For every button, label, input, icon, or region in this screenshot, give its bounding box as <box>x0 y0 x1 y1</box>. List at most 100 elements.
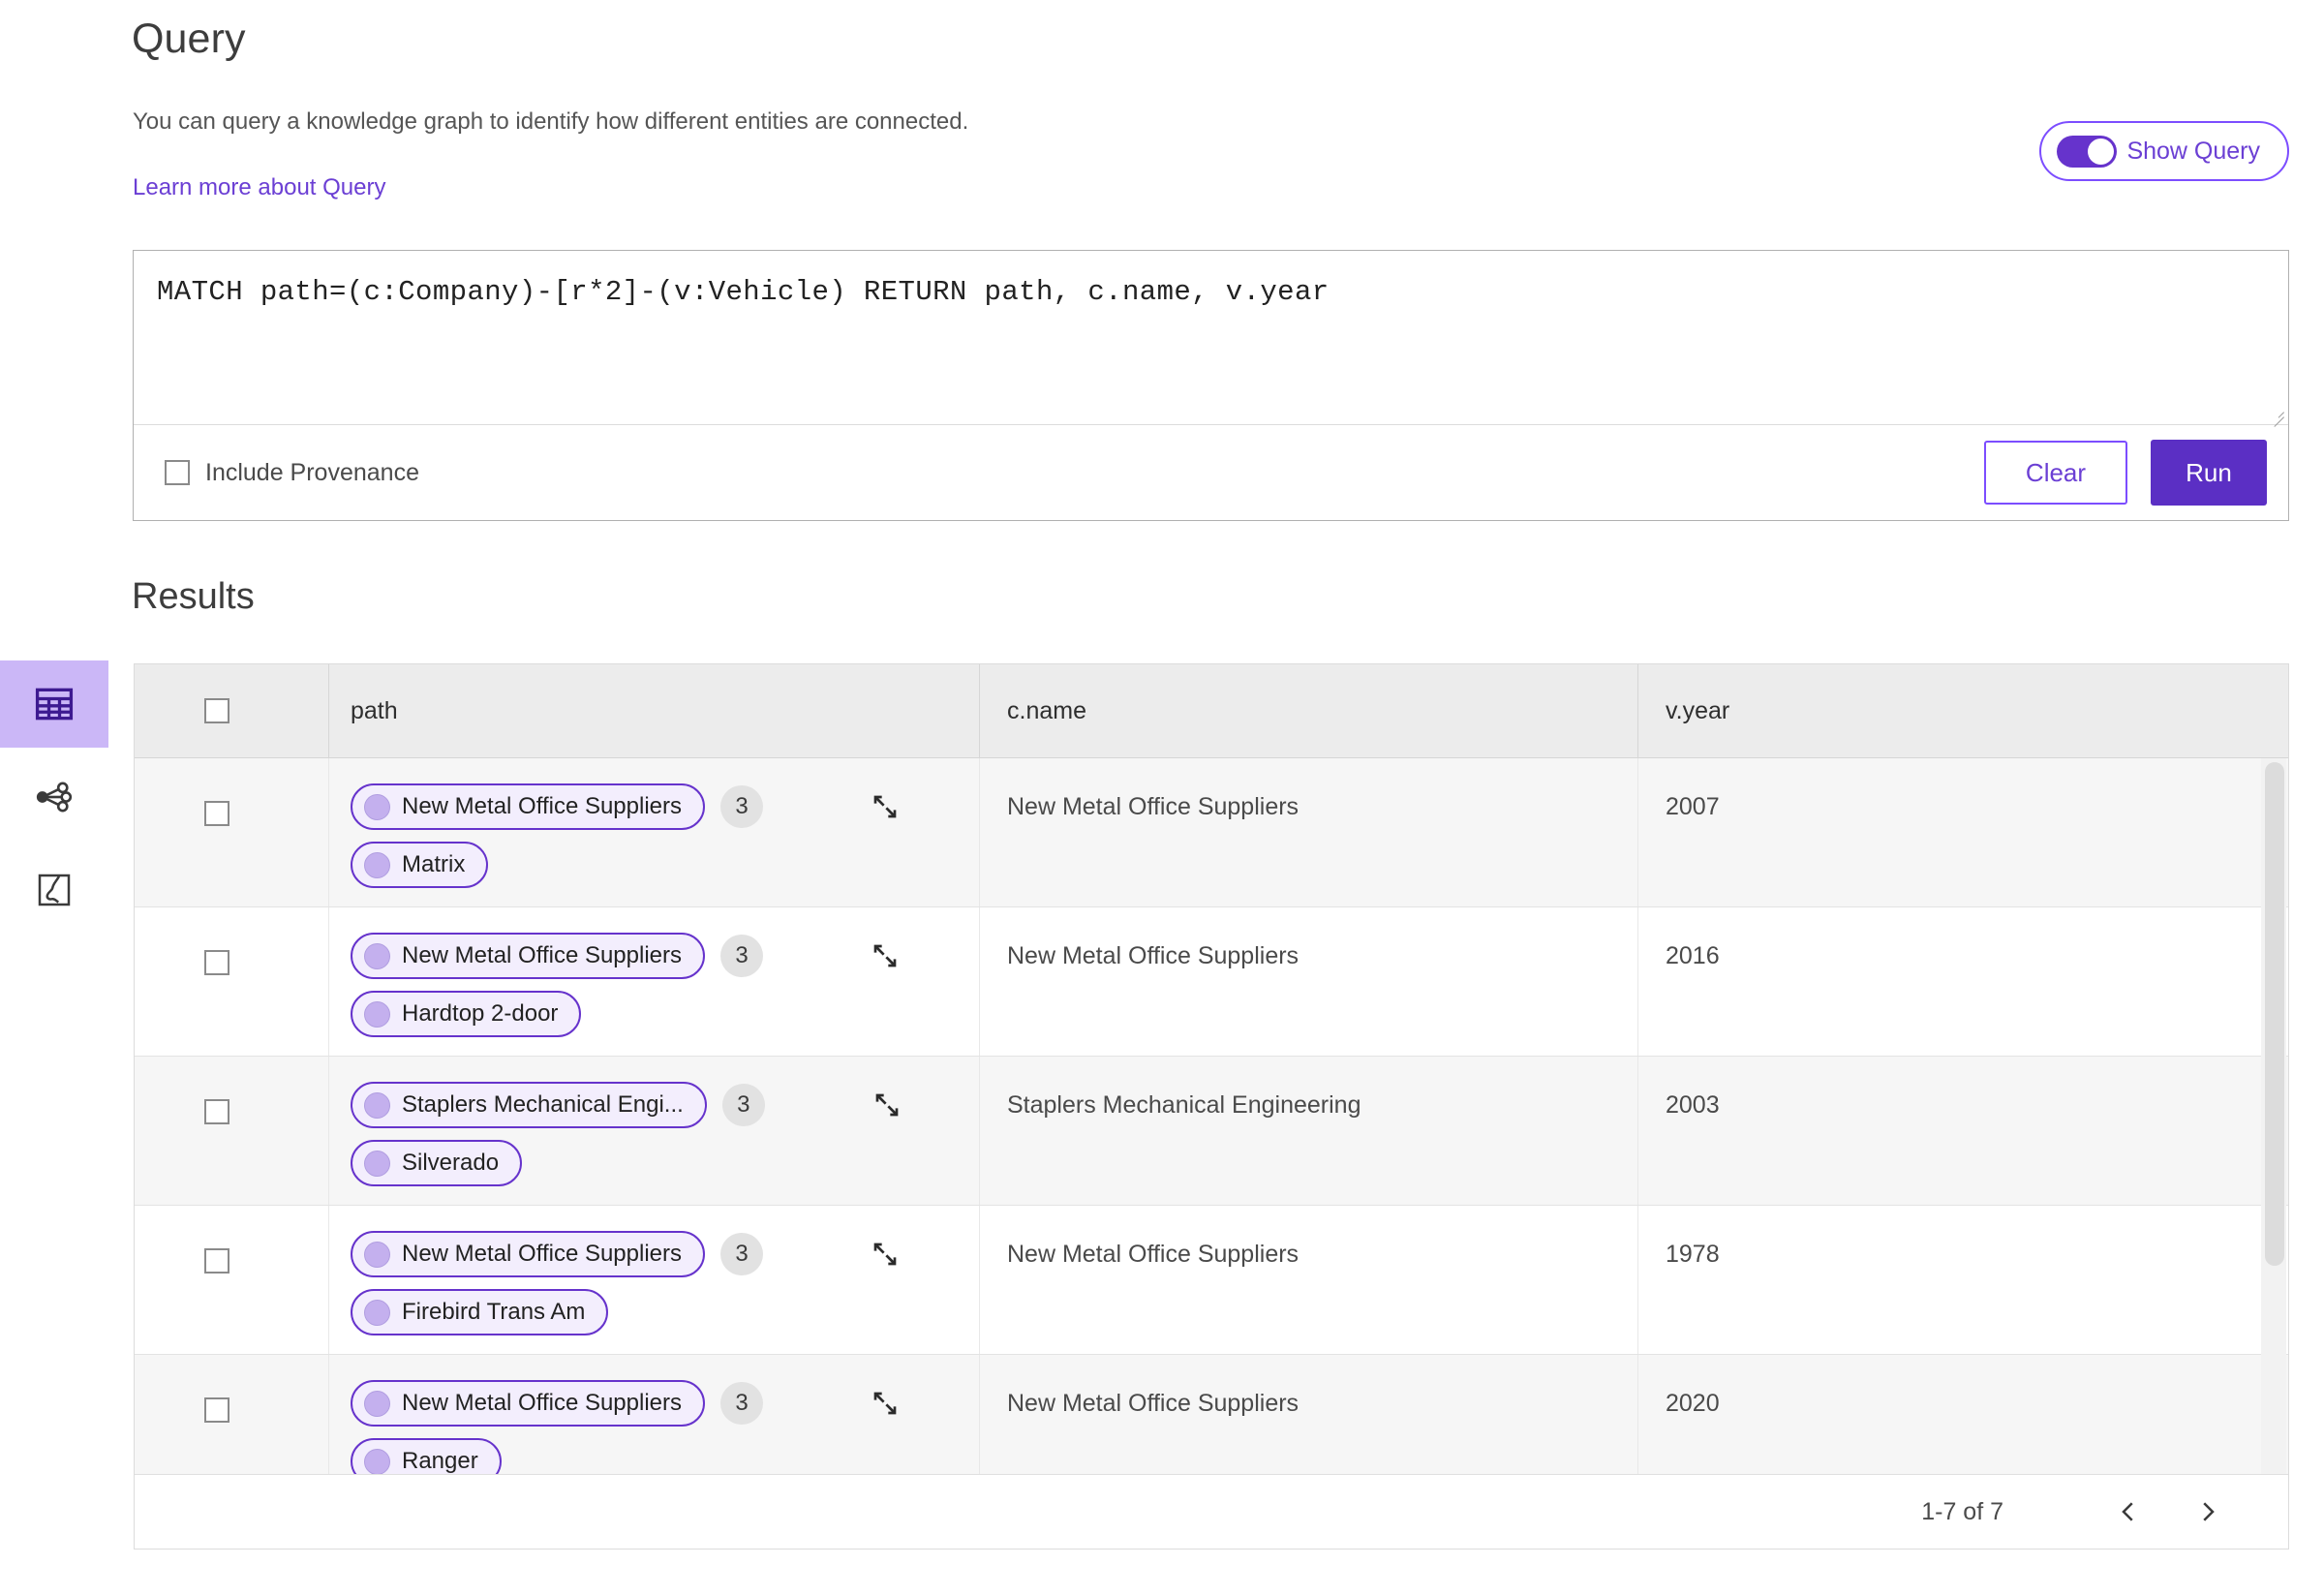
clear-button[interactable]: Clear <box>1984 441 2127 505</box>
table-body-scroll-area: New Metal Office Suppliers 3 Matrix New … <box>135 758 2288 1475</box>
column-header-cname-label: c.name <box>1007 696 1086 724</box>
entity-chip-label: Hardtop 2-door <box>402 1000 559 1027</box>
table-row[interactable]: New Metal Office Suppliers 3 Hardtop 2-d… <box>135 907 2288 1057</box>
table-scrollbar[interactable] <box>2261 758 2286 1475</box>
include-provenance-checkbox[interactable]: Include Provenance <box>165 459 419 487</box>
column-header-vyear-label: v.year <box>1666 696 1730 724</box>
chip-line: New Metal Office Suppliers 3 <box>351 783 979 830</box>
table-row[interactable]: New Metal Office Suppliers 3 Matrix New … <box>135 758 2288 907</box>
entity-chip-label: New Metal Office Suppliers <box>402 942 683 968</box>
entity-chip[interactable]: Hardtop 2-door <box>351 991 582 1037</box>
row-checkbox[interactable] <box>204 1248 229 1274</box>
vyear-cell: 1978 <box>1637 1206 2288 1354</box>
row-checkbox[interactable] <box>204 950 229 975</box>
column-header-vyear[interactable]: v.year <box>1637 664 2288 757</box>
vyear-cell: 2007 <box>1637 758 2288 906</box>
results-table: path c.name v.year New Metal Office Supp… <box>134 663 2289 1550</box>
query-textarea[interactable]: MATCH path=(c:Company)-[r*2]-(v:Vehicle)… <box>134 251 2288 427</box>
column-header-cname[interactable]: c.name <box>979 664 1637 757</box>
chevron-right-icon[interactable] <box>2184 1488 2232 1536</box>
row-checkbox[interactable] <box>204 801 229 826</box>
expand-path-icon[interactable] <box>866 1235 904 1274</box>
expand-path-icon[interactable] <box>866 936 904 975</box>
entity-dot-icon <box>364 1299 390 1326</box>
chip-line: Staplers Mechanical Engi... 3 <box>351 1082 979 1128</box>
resize-handle-icon[interactable] <box>2269 405 2284 427</box>
table-scrollbar-thumb[interactable] <box>2265 762 2284 1266</box>
expand-path-icon[interactable] <box>866 787 904 826</box>
cname-value: New Metal Office Suppliers <box>1007 1241 1300 1268</box>
path-count-badge: 3 <box>720 785 764 828</box>
expand-path-icon[interactable] <box>868 1086 906 1124</box>
run-button[interactable]: Run <box>2151 440 2267 506</box>
chip-line: Matrix <box>351 842 979 888</box>
column-header-path[interactable]: path <box>328 664 979 757</box>
vyear-cell: 2003 <box>1637 1057 2288 1205</box>
toggle-knob <box>2088 138 2115 165</box>
cname-cell: New Metal Office Suppliers <box>979 1355 1637 1475</box>
row-select-cell <box>135 1355 328 1475</box>
row-checkbox[interactable] <box>204 1397 229 1423</box>
path-cell: New Metal Office Suppliers 3 Ranger <box>328 1355 979 1475</box>
cname-cell: New Metal Office Suppliers <box>979 907 1637 1056</box>
entity-chip-label: New Metal Office Suppliers <box>402 793 683 819</box>
entity-chip-label: Ranger <box>402 1448 478 1474</box>
table-row[interactable]: Staplers Mechanical Engi... 3 Silverado <box>135 1057 2288 1206</box>
table-header-row: path c.name v.year <box>135 664 2288 758</box>
entity-chip[interactable]: New Metal Office Suppliers <box>351 1231 706 1277</box>
entity-chip[interactable]: Ranger <box>351 1438 502 1475</box>
vyear-value: 2016 <box>1666 942 1720 969</box>
row-checkbox[interactable] <box>204 1099 229 1124</box>
sidebar-item-table-view[interactable] <box>0 660 108 748</box>
select-all-checkbox[interactable] <box>204 698 229 723</box>
entity-dot-icon <box>364 1000 390 1028</box>
chip-line: New Metal Office Suppliers 3 <box>351 1380 979 1427</box>
table-row[interactable]: New Metal Office Suppliers 3 Ranger New … <box>135 1355 2288 1475</box>
column-header-path-label: path <box>351 696 398 724</box>
vyear-value: 2003 <box>1666 1091 1720 1119</box>
table-row[interactable]: New Metal Office Suppliers 3 Firebird Tr… <box>135 1206 2288 1355</box>
path-cell: New Metal Office Suppliers 3 Matrix <box>328 758 979 906</box>
row-select-cell <box>135 907 328 1056</box>
show-query-toggle[interactable]: Show Query <box>2039 121 2289 181</box>
cname-value: Staplers Mechanical Engineering <box>1007 1091 1361 1119</box>
expand-path-icon[interactable] <box>866 1384 904 1423</box>
path-count-badge: 3 <box>721 1084 765 1126</box>
row-select-cell <box>135 1057 328 1205</box>
learn-more-link[interactable]: Learn more about Query <box>133 174 385 201</box>
entity-chip[interactable]: New Metal Office Suppliers <box>351 933 706 979</box>
entity-chip[interactable]: Staplers Mechanical Engi... <box>351 1082 707 1128</box>
checkbox-box <box>165 460 190 485</box>
entity-chip[interactable]: Matrix <box>351 842 489 888</box>
entity-dot-icon <box>364 1390 390 1417</box>
entity-chip[interactable]: Silverado <box>351 1140 523 1186</box>
entity-chip[interactable]: Firebird Trans Am <box>351 1289 609 1335</box>
cname-cell: New Metal Office Suppliers <box>979 758 1637 906</box>
entity-chip[interactable]: New Metal Office Suppliers <box>351 1380 706 1427</box>
path-cell: New Metal Office Suppliers 3 Firebird Tr… <box>328 1206 979 1354</box>
cname-cell: Staplers Mechanical Engineering <box>979 1057 1637 1205</box>
entity-dot-icon <box>364 793 390 820</box>
graph-view-icon <box>34 777 75 817</box>
sidebar-item-map-view[interactable] <box>0 846 108 934</box>
entity-chip-label: New Metal Office Suppliers <box>402 1241 683 1267</box>
cname-value: New Metal Office Suppliers <box>1007 942 1300 969</box>
cname-value: New Metal Office Suppliers <box>1007 1390 1300 1417</box>
select-all-cell <box>135 664 328 757</box>
entity-dot-icon <box>364 1091 390 1119</box>
entity-chip[interactable]: New Metal Office Suppliers <box>351 783 706 830</box>
chip-line: Firebird Trans Am <box>351 1289 979 1335</box>
results-heading: Results <box>132 576 255 617</box>
chip-line: Silverado <box>351 1140 979 1186</box>
toggle-track <box>2057 135 2118 168</box>
chip-line: Ranger <box>351 1438 979 1475</box>
vyear-value: 2007 <box>1666 793 1720 820</box>
path-count-badge: 3 <box>720 1233 764 1275</box>
vyear-cell: 2016 <box>1637 907 2288 1056</box>
path-cell: New Metal Office Suppliers 3 Hardtop 2-d… <box>328 907 979 1056</box>
sidebar-item-graph-view[interactable] <box>0 753 108 841</box>
chevron-left-icon[interactable] <box>2104 1488 2153 1536</box>
entity-dot-icon <box>364 851 390 878</box>
path-count-badge: 3 <box>720 1382 764 1425</box>
path-count-badge: 3 <box>720 935 764 977</box>
